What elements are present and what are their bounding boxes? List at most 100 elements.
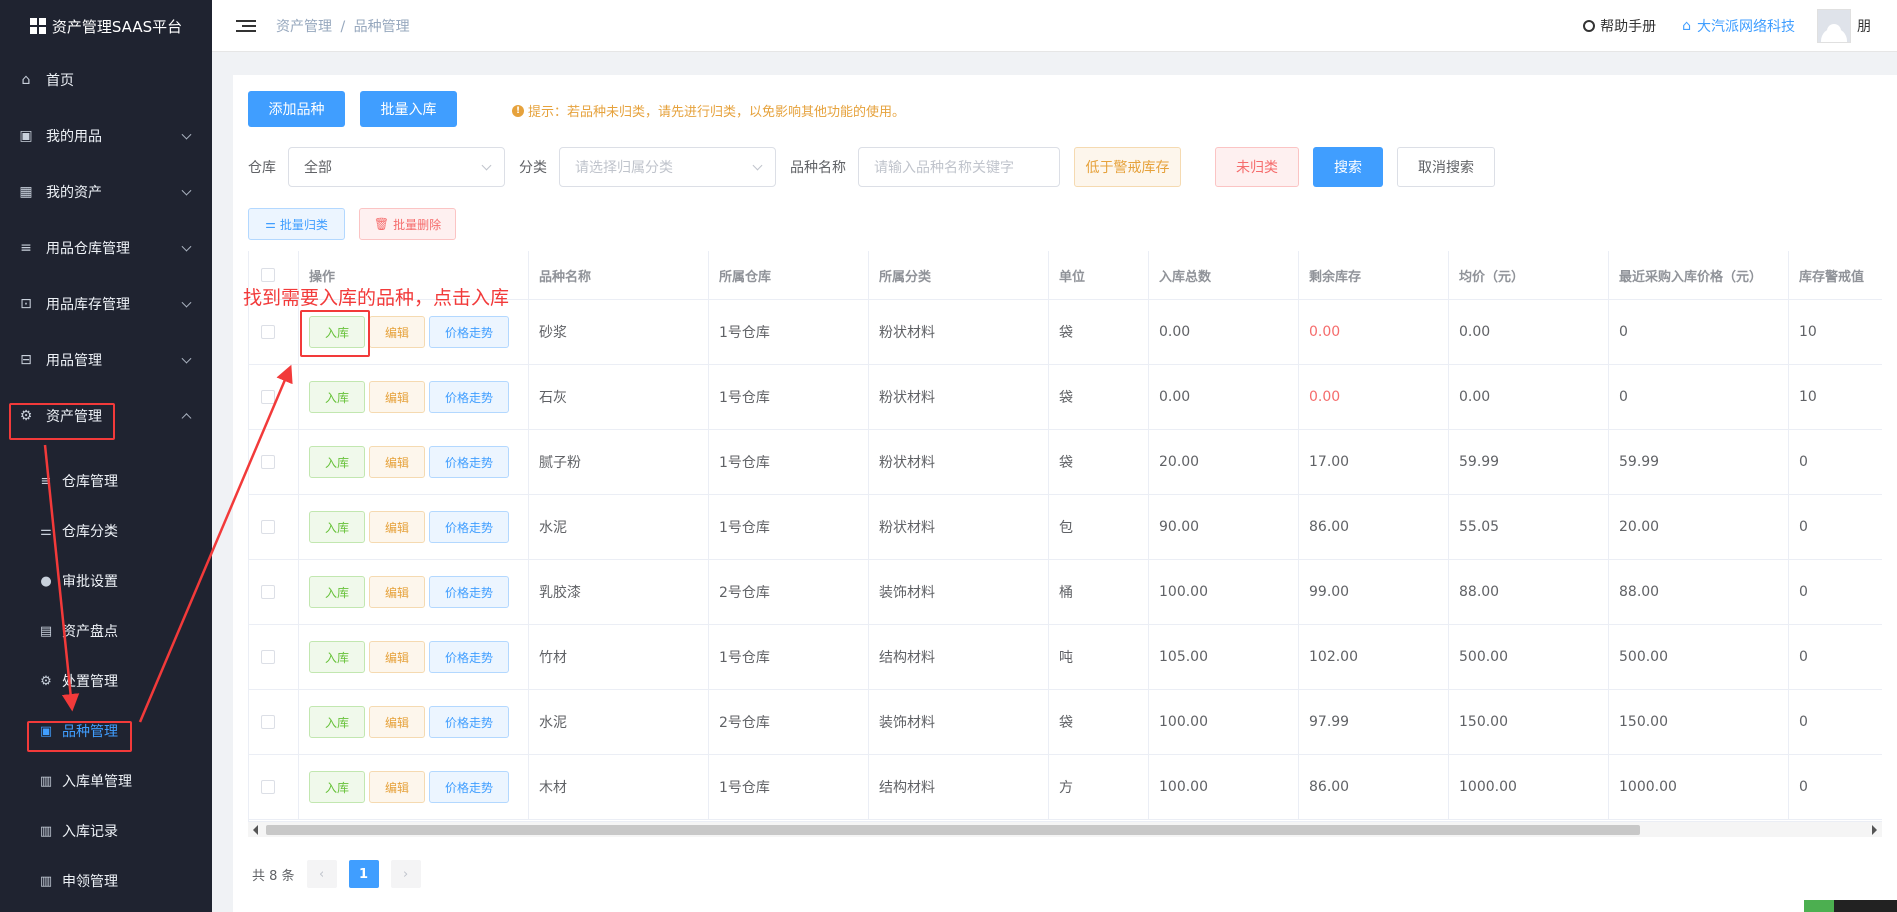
batch-categorize-button[interactable]: ⚌ 批量归类 bbox=[248, 208, 345, 240]
brand[interactable]: 资产管理SAAS平台 bbox=[0, 0, 212, 52]
batch-categorize-label: 批量归类 bbox=[279, 217, 328, 232]
scroll-left-icon[interactable] bbox=[253, 825, 258, 835]
edit-button[interactable]: 编辑 bbox=[369, 706, 425, 738]
cell-avg: 55.05 bbox=[1449, 495, 1609, 559]
stock-in-button[interactable]: 入库 bbox=[309, 446, 365, 478]
batch-delete-button[interactable]: 🗑 批量删除 bbox=[359, 208, 456, 240]
prev-page-button[interactable]: ‹ bbox=[306, 860, 337, 888]
sidebar-subitem-0[interactable]: ≡ 仓库管理 bbox=[0, 456, 212, 506]
breadcrumb-parent[interactable]: 资产管理 bbox=[276, 19, 332, 35]
low-stock-button[interactable]: 低于警戒库存 bbox=[1074, 147, 1181, 187]
variety-name-label: 品种名称 bbox=[790, 160, 846, 176]
actions-cell: 入库 编辑 价格走势 bbox=[299, 495, 529, 559]
select-all-checkbox[interactable] bbox=[261, 268, 275, 282]
price-trend-button[interactable]: 价格走势 bbox=[429, 771, 509, 803]
sidebar-subitem-7[interactable]: ▥ 入库记录 bbox=[0, 806, 212, 856]
table-row: 入库 编辑 价格走势 水泥 2号仓库 装饰材料袋 100.00 97.99 150.00 1… bbox=[249, 690, 1882, 755]
cell-name: 石灰 bbox=[529, 365, 709, 429]
sidebar-subitem-2[interactable]: ● 审批设置 bbox=[0, 556, 212, 606]
row-checkbox[interactable] bbox=[261, 715, 275, 729]
avatar[interactable] bbox=[1817, 9, 1851, 43]
batch-stock-in-button[interactable]: 批量入库 bbox=[360, 91, 457, 127]
table-row: 入库 编辑 价格走势 竹材 1号仓库 结构材料吨 105.00 102.00 500.00… bbox=[249, 625, 1882, 690]
price-trend-button[interactable]: 价格走势 bbox=[429, 706, 509, 738]
edit-button[interactable]: 编辑 bbox=[369, 446, 425, 478]
sidebar-subitem-3[interactable]: ▤ 资产盘点 bbox=[0, 606, 212, 656]
column-header: 品种名称 bbox=[529, 251, 709, 299]
home-icon: ⌂ bbox=[1682, 18, 1691, 34]
row-checkbox[interactable] bbox=[261, 325, 275, 339]
scroll-right-icon[interactable] bbox=[1872, 825, 1877, 835]
edit-button[interactable]: 编辑 bbox=[369, 641, 425, 673]
price-trend-button[interactable]: 价格走势 bbox=[429, 576, 509, 608]
row-checkbox[interactable] bbox=[261, 585, 275, 599]
company-link[interactable]: ⌂ 大汽派网络科技 bbox=[1682, 16, 1795, 36]
sidebar-subitem-8[interactable]: ▥ 申领管理 bbox=[0, 856, 212, 906]
user-name[interactable]: 朋 bbox=[1857, 16, 1897, 36]
price-trend-button[interactable]: 价格走势 bbox=[429, 511, 509, 543]
price-trend-button[interactable]: 价格走势 bbox=[429, 641, 509, 673]
cell-last: 0 bbox=[1609, 365, 1789, 429]
cancel-search-button[interactable]: 取消搜索 bbox=[1397, 147, 1495, 187]
edit-button[interactable]: 编辑 bbox=[369, 771, 425, 803]
price-trend-button[interactable]: 价格走势 bbox=[429, 446, 509, 478]
row-checkbox[interactable] bbox=[261, 455, 275, 469]
cell-unit: 袋 bbox=[1049, 300, 1149, 364]
cell-total: 20.00 bbox=[1149, 430, 1299, 494]
edit-button[interactable]: 编辑 bbox=[369, 576, 425, 608]
cell-name: 竹材 bbox=[529, 625, 709, 689]
page-1-button[interactable]: 1 bbox=[348, 860, 379, 888]
table-row: 入库 编辑 价格走势 水泥 1号仓库 粉状材料包 90.00 86.00 55.05 20.… bbox=[249, 495, 1882, 560]
sidebar-item-3[interactable]: ≡ 用品仓库管理 bbox=[0, 220, 212, 276]
cell-alert: 0 bbox=[1789, 495, 1882, 559]
sidebar-item-5[interactable]: ⊟ 用品管理 bbox=[0, 332, 212, 388]
breadcrumb: 资产管理 / 品种管理 bbox=[276, 16, 410, 36]
horizontal-scrollbar[interactable] bbox=[248, 821, 1882, 837]
price-trend-button[interactable]: 价格走势 bbox=[429, 316, 509, 348]
cell-alert: 10 bbox=[1789, 300, 1882, 364]
edit-button[interactable]: 编辑 bbox=[369, 511, 425, 543]
warehouse-select[interactable]: 全部 bbox=[288, 147, 505, 187]
stock-in-button[interactable]: 入库 bbox=[309, 771, 365, 803]
edit-button[interactable]: 编辑 bbox=[369, 381, 425, 413]
chevron-down-icon bbox=[181, 353, 192, 364]
sidebar-item-0[interactable]: ⌂ 首页 bbox=[0, 52, 212, 108]
scroll-thumb[interactable] bbox=[266, 825, 1640, 835]
cell-category: 装饰材料 bbox=[869, 690, 1049, 754]
price-trend-button[interactable]: 价格走势 bbox=[429, 381, 509, 413]
uncategorized-button[interactable]: 未归类 bbox=[1215, 147, 1299, 187]
cell-total: 100.00 bbox=[1149, 560, 1299, 624]
variety-name-placeholder: 请输入品种名称关键字 bbox=[874, 160, 1014, 176]
row-checkbox[interactable] bbox=[261, 780, 275, 794]
stock-in-button[interactable]: 入库 bbox=[309, 706, 365, 738]
sidebar-item-1[interactable]: ▣ 我的用品 bbox=[0, 108, 212, 164]
cell-category: 粉状材料 bbox=[869, 430, 1049, 494]
stock-in-button[interactable]: 入库 bbox=[309, 576, 365, 608]
warning-icon: ! bbox=[512, 104, 524, 117]
stock-in-button[interactable]: 入库 bbox=[309, 381, 365, 413]
row-checkbox[interactable] bbox=[261, 520, 275, 534]
sidebar-subitem-4[interactable]: ⚙ 处置管理 bbox=[0, 656, 212, 706]
sidebar-subitem-label: 审批设置 bbox=[62, 574, 118, 590]
tip: ! 提示：若品种未归类，请先进行归类，以免影响其他功能的使用。 bbox=[512, 101, 905, 120]
add-variety-button[interactable]: 添加品种 bbox=[248, 91, 345, 127]
help-link[interactable]: 帮助手册 bbox=[1583, 16, 1656, 36]
table-row: 入库 编辑 价格走势 腻子粉 1号仓库 粉状材料袋 20.00 17.00 59.99 59… bbox=[249, 430, 1882, 495]
sidebar-subitem-1[interactable]: ⚌ 仓库分类 bbox=[0, 506, 212, 556]
category-select[interactable]: 请选择归属分类 bbox=[559, 147, 776, 187]
row-checkbox[interactable] bbox=[261, 650, 275, 664]
menu-toggle-icon[interactable] bbox=[236, 19, 256, 32]
stock-in-button[interactable]: 入库 bbox=[309, 511, 365, 543]
sidebar-subitem-6[interactable]: ▥ 入库单管理 bbox=[0, 756, 212, 806]
sidebar-item-4[interactable]: ⊡ 用品库存管理 bbox=[0, 276, 212, 332]
cell-last: 20.00 bbox=[1609, 495, 1789, 559]
sidebar-item-label: 用品仓库管理 bbox=[46, 241, 130, 257]
variety-name-input[interactable]: 请输入品种名称关键字 bbox=[858, 147, 1060, 187]
search-button[interactable]: 搜索 bbox=[1313, 147, 1383, 187]
row-checkbox[interactable] bbox=[261, 390, 275, 404]
sidebar-item-2[interactable]: ▦ 我的资产 bbox=[0, 164, 212, 220]
home-icon: ⌂ bbox=[21, 72, 31, 88]
stock-in-button[interactable]: 入库 bbox=[309, 641, 365, 673]
edit-button[interactable]: 编辑 bbox=[369, 316, 425, 348]
next-page-button[interactable]: › bbox=[390, 860, 421, 888]
